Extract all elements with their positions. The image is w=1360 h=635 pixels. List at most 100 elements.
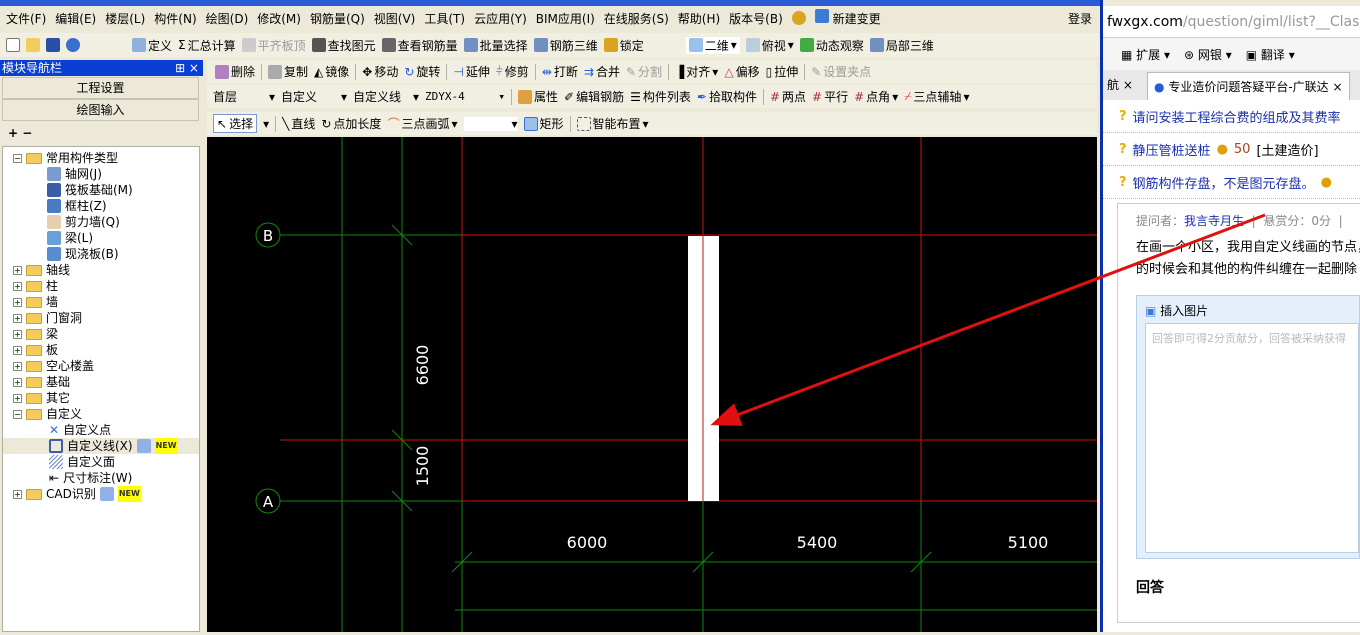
three-point-arc-dropdown[interactable]: ⌒ 三点画弧 ▾ [387,115,457,132]
tree-item[interactable]: 筏板基础(M) [3,182,199,198]
blank-dropdown[interactable]: ▾ [463,116,518,131]
menu-modify[interactable]: 修改(M) [257,10,301,27]
login-button[interactable]: 登录 [1068,10,1092,27]
expand-icon[interactable]: + [13,313,22,323]
offset-button[interactable]: △ 偏移 [724,63,759,80]
menu-rebar[interactable]: 钢筋量(Q) [310,10,365,27]
break-button[interactable]: ⇹ 打断 [542,63,578,80]
menu-cloud[interactable]: 云应用(Y) [474,10,527,27]
two-point-axis-button[interactable]: # 两点 [770,88,806,105]
expand-icon[interactable]: + [13,345,22,355]
find-element-button[interactable]: 查找图元 [311,37,376,54]
tree-item[interactable]: 现浇板(B) [3,246,199,262]
tree-item[interactable]: 自定义面 [3,454,199,470]
copy-button[interactable]: 复制 [268,63,308,80]
menu-edit[interactable]: 编辑(E) [55,10,96,27]
extend-button[interactable]: ⊣ 延伸 [453,63,489,80]
summary-calc-button[interactable]: Σ 汇总计算 [178,37,236,54]
expand-icon[interactable]: + [13,377,22,387]
insert-image-button[interactable]: ▣ 插入图片 [1145,302,1359,319]
lock-button[interactable]: 锁定 [603,37,644,54]
tree-folder[interactable]: + 基础 [3,374,199,390]
category-select[interactable]: 自定义 ▾ [281,88,347,105]
expand-collapse-icons[interactable]: + − [8,126,32,140]
view-rebar-button[interactable]: 查看钢筋量 [381,37,458,54]
tab-active[interactable]: ● 专业造价问题答疑平台-广联达 × [1147,72,1350,100]
select-button[interactable]: ↖ 选择 [213,114,258,133]
menu-component[interactable]: 构件(N) [154,10,196,27]
tree-folder[interactable]: + 墙 [3,294,199,310]
tree-item[interactable]: 梁(L) [3,230,199,246]
expand-icon[interactable]: + [13,393,22,403]
point-angle-dropdown[interactable]: # 点角 ▾ [854,88,898,105]
define-button[interactable]: 定义 [132,37,172,54]
menu-file[interactable]: 文件(F) [6,10,46,27]
translate-button[interactable]: ▣ 翻译 ▾ [1246,46,1295,63]
tree-item-selected[interactable]: 自定义线(X) NEW [3,438,199,454]
menu-floor[interactable]: 楼层(L) [105,10,145,27]
tree-folder[interactable]: + 门窗洞 [3,310,199,326]
point-length-button[interactable]: ↻ 点加长度 [321,115,381,132]
type-select[interactable]: 自定义线 ▾ [353,88,419,105]
grip-button[interactable]: ✎ 设置夹点 [811,63,871,80]
rectangle-button[interactable]: 矩形 [523,115,564,132]
top-view-dropdown[interactable]: 俯视 ▾ [745,37,794,54]
tree-folder[interactable]: + 板 [3,342,199,358]
menu-version[interactable]: 版本号(B) [729,10,783,27]
component-list-button[interactable]: ☰ 构件列表 [630,88,691,105]
merge-button[interactable]: ⇉ 合并 [584,63,620,80]
flush-slab-button[interactable]: 平齐板顶 [241,37,306,54]
expand-icon[interactable]: + [13,489,22,499]
batch-select-button[interactable]: 批量选择 [463,37,528,54]
avatar-icon[interactable] [791,11,806,25]
save-icon[interactable] [46,38,60,52]
tree-item[interactable]: 剪力墙(Q) [3,214,199,230]
undo-icon[interactable] [66,38,80,52]
edit-rebar-button[interactable]: ✐ 编辑钢筋 [564,88,624,105]
answer-textarea[interactable]: 回答即可得2分贡献分，回答被采纳获得 [1145,323,1359,553]
collapse-icon[interactable]: − [13,153,22,163]
menu-draw[interactable]: 绘图(D) [206,10,249,27]
tree-folder[interactable]: + 轴线 [3,262,199,278]
smart-layout-dropdown[interactable]: 智能布置 ▾ [576,115,649,132]
menu-tools[interactable]: 工具(T) [424,10,465,27]
expand-icon[interactable]: + [13,265,22,275]
trim-button[interactable]: ⫩ 修剪 [496,63,529,80]
menu-help[interactable]: 帮助(H) [678,10,720,27]
tree-folder[interactable]: + 柱 [3,278,199,294]
tree-item[interactable]: ✕ 自定义点 [3,422,199,438]
question-item[interactable]: ? 静压管桩送桩 ● 50 [土建造价] [1103,133,1360,166]
asker-link[interactable]: 我言寺月生 [1184,214,1244,228]
align-dropdown[interactable]: ▐ 对齐 ▾ [675,63,718,80]
pick-component-button[interactable]: ✒ 拾取构件 [697,88,757,105]
stretch-button[interactable]: ▯ 拉伸 [766,63,799,80]
menu-bim[interactable]: BIM应用(I) [536,10,595,27]
expand-icon[interactable]: + [13,361,22,371]
rebar-3d-button[interactable]: 钢筋三维 [533,37,598,54]
mirror-button[interactable]: ◭ 镜像 [314,63,349,80]
new-file-icon[interactable] [6,38,20,52]
rotate-button[interactable]: ↻ 旋转 [404,63,440,80]
extensions-button[interactable]: ▦ 扩展 ▾ [1121,46,1170,63]
expand-icon[interactable]: + [13,281,22,291]
expand-icon[interactable]: + [13,329,22,339]
question-item[interactable]: ? 请问安装工程综合费的组成及其费率 [1103,100,1360,133]
parallel-axis-button[interactable]: # 平行 [812,88,848,105]
line-button[interactable]: ╲ 直线 [282,115,315,132]
view-2d-dropdown[interactable]: 二维 ▾ [685,36,740,54]
collapse-icon[interactable]: − [13,409,22,419]
tree-item[interactable]: 框柱(Z) [3,198,199,214]
bank-button[interactable]: ⊛ 网银 ▾ [1184,46,1232,63]
menu-online[interactable]: 在线服务(S) [604,10,669,27]
component-select[interactable]: ZDYX-4 ▾ [425,90,505,103]
tree-folder[interactable]: + 其它 [3,390,199,406]
orbit-button[interactable]: 动态观察 [799,37,864,54]
move-button[interactable]: ✥ 移动 [362,63,398,80]
floor-select[interactable]: 首层 ▾ [213,88,275,105]
tree-node-common[interactable]: − 常用构件类型 [3,150,199,166]
project-settings-button[interactable]: 工程设置 [2,77,199,99]
menu-view[interactable]: 视图(V) [374,10,416,27]
tree-item[interactable]: 轴网(J) [3,166,199,182]
split-button[interactable]: ✎ 分割 [626,63,662,80]
tree-folder[interactable]: + 梁 [3,326,199,342]
